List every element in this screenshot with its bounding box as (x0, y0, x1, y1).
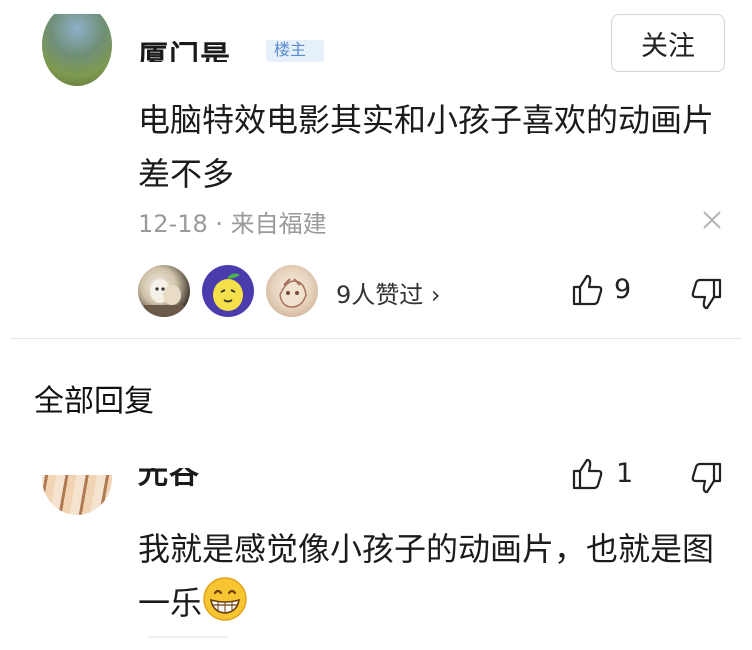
liker-avatar[interactable] (138, 265, 190, 317)
reply-username-text[interactable]: 光谷23333333 (138, 468, 338, 488)
reply-avatar[interactable] (42, 475, 112, 515)
author-badge-text: 楼主 (274, 40, 307, 59)
thumbs-down-icon[interactable] (688, 276, 724, 312)
reply-like-count: 1 (616, 458, 634, 489)
liker-avatar[interactable] (266, 265, 318, 317)
reply-username[interactable]: 光谷23333333 (138, 468, 338, 488)
like-count: 9 (614, 274, 632, 305)
thumbs-down-icon[interactable] (688, 460, 724, 496)
comment-avatar[interactable] (42, 14, 112, 86)
follow-button[interactable]: 关注 (611, 14, 725, 72)
divider (10, 338, 742, 339)
author-badge: 楼主 (266, 40, 324, 62)
thumbs-up-icon[interactable] (570, 456, 606, 492)
comment-username[interactable]: 厦门是宅 (138, 20, 258, 62)
all-replies-heading: 全部回复 (34, 384, 154, 419)
comment-meta: 12-18 · 来自福建 (138, 210, 327, 238)
liker-avatar[interactable] (202, 265, 254, 317)
liker-drawing-image (279, 278, 307, 308)
next-item-edge (148, 636, 228, 638)
likers-summary-link[interactable]: 9人赞过 › (336, 275, 441, 310)
liker-cat-image (144, 279, 184, 317)
grinning-face-icon (203, 577, 247, 621)
close-icon[interactable] (697, 205, 727, 235)
reply-text: 我就是感觉像小孩子的动画片，也就是图一乐 (138, 522, 728, 630)
liker-lemon-image (213, 273, 243, 311)
thumbs-up-icon[interactable] (570, 272, 606, 308)
comment-text: 电脑特效电影其实和小孩子喜欢的动画片差不多 (138, 101, 715, 193)
comment-username-text[interactable]: 厦门是宅 (138, 32, 258, 62)
